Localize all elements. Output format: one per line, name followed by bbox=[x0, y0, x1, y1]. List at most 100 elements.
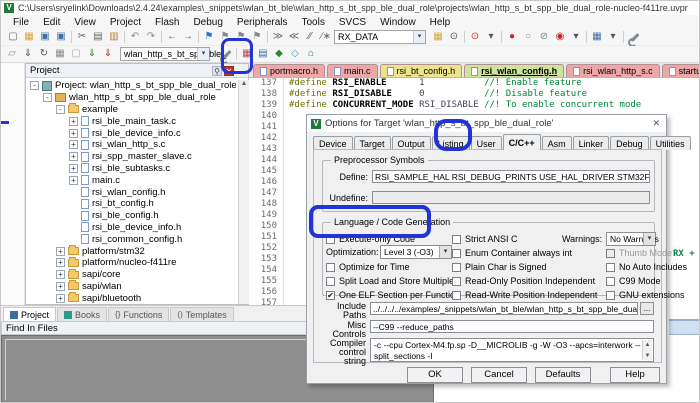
checkbox-box[interactable] bbox=[452, 277, 461, 286]
tree-item[interactable]: rsi_ble_config.h bbox=[28, 210, 236, 222]
new-file-icon[interactable]: ▢ bbox=[5, 30, 21, 44]
menu-tools[interactable]: Tools bbox=[296, 16, 331, 29]
tree-item[interactable]: -Project: wlan_http_s_bt_spp_ble_dual_ro… bbox=[28, 80, 236, 92]
options-for-target-icon[interactable] bbox=[218, 47, 234, 61]
collapse-icon[interactable]: - bbox=[30, 81, 39, 90]
dropdown-arrow-icon[interactable]: ▾ bbox=[605, 30, 621, 44]
uncomment-icon[interactable]: ∕∗ bbox=[318, 30, 334, 44]
warnings-select[interactable]: No Warnings ▾ bbox=[606, 232, 656, 246]
chevron-down-icon[interactable]: ▾ bbox=[197, 48, 209, 60]
checkbox-strict-ansi-c[interactable]: Strict ANSI C bbox=[452, 234, 518, 244]
tree-item[interactable]: +rsi_ble_subtasks.c bbox=[28, 163, 236, 175]
dropdown-arrow-icon[interactable]: ▾ bbox=[568, 30, 584, 44]
dialog-tab-asm[interactable]: Asm bbox=[542, 136, 572, 150]
menu-edit[interactable]: Edit bbox=[37, 16, 66, 29]
dialog-tab-user[interactable]: User bbox=[471, 136, 502, 150]
close-icon[interactable]: ✕ bbox=[224, 66, 234, 76]
tree-item[interactable]: +rsi_ble_device_info.c bbox=[28, 127, 236, 139]
tree-item[interactable]: rsi_ble_device_info.h bbox=[28, 222, 236, 234]
tree-item[interactable]: +rsi_spp_master_slave.c bbox=[28, 151, 236, 163]
expand-icon[interactable]: + bbox=[56, 247, 65, 256]
dialog-tab-output[interactable]: Output bbox=[392, 136, 431, 150]
checkbox-box[interactable] bbox=[606, 263, 615, 272]
dialog-tab-linker[interactable]: Linker bbox=[573, 136, 610, 150]
tree-scrollbar[interactable]: ▲ bbox=[238, 80, 249, 304]
tree-item[interactable]: +sapi/bluetooth bbox=[28, 292, 236, 304]
undo-icon[interactable]: ↶ bbox=[127, 30, 143, 44]
outdent-icon[interactable]: ≪ bbox=[286, 30, 302, 44]
dialog-titlebar[interactable]: V Options for Target 'wlan_http_s_bt_spp… bbox=[307, 115, 666, 132]
checkbox-no-auto-includes[interactable]: No Auto Includes bbox=[606, 262, 687, 272]
editor-tab-portmacro.h[interactable]: portmacro.h bbox=[253, 64, 325, 77]
misc-controls-input[interactable]: --C99 --reduce_paths bbox=[370, 320, 654, 333]
rebuild-icon[interactable]: ↻ bbox=[36, 47, 52, 61]
expand-icon[interactable]: + bbox=[69, 164, 78, 173]
bookmark-next-icon[interactable]: ⚑ bbox=[233, 30, 249, 44]
cancel-button[interactable]: Cancel bbox=[471, 367, 527, 383]
dialog-tab-device[interactable]: Device bbox=[313, 136, 353, 150]
stop-build-icon[interactable]: ▢ bbox=[68, 47, 84, 61]
menu-view[interactable]: View bbox=[68, 16, 102, 29]
expand-icon[interactable]: + bbox=[69, 152, 78, 161]
window-layout-icon[interactable]: ▦ bbox=[589, 30, 605, 44]
editor-tab-rsi_wlan_http_s.c[interactable]: rsi_wlan_http_s.c bbox=[566, 64, 660, 77]
configure-tools-icon[interactable] bbox=[626, 30, 642, 44]
checkbox-box[interactable] bbox=[326, 291, 335, 300]
manage-items-icon[interactable]: ◇ bbox=[287, 47, 303, 61]
checkbox-box[interactable] bbox=[326, 263, 335, 272]
defaults-button[interactable]: Defaults bbox=[535, 367, 591, 383]
editor-tab-main.c[interactable]: main.c bbox=[327, 64, 378, 77]
compiler-string-scrollbar[interactable]: ▲▼ bbox=[642, 340, 652, 360]
collapse-icon[interactable]: - bbox=[43, 93, 52, 102]
tree-item[interactable]: +main.c bbox=[28, 174, 236, 186]
define-input[interactable]: RSI_SAMPLE_HAL RSI_DEBUG_PRINTS USE_HAL_… bbox=[372, 170, 650, 183]
checkbox-box[interactable] bbox=[452, 235, 461, 244]
checkbox-gnu-extensions[interactable]: GNU extensions bbox=[606, 290, 685, 300]
checkbox-execute-only-code[interactable]: Execute-only Code bbox=[326, 234, 415, 244]
tree-item[interactable]: +rsi_ble_main_task.c bbox=[28, 115, 236, 127]
undefine-input[interactable] bbox=[372, 191, 650, 204]
include-paths-browse-button[interactable]: ... bbox=[640, 302, 654, 315]
ok-button[interactable]: OK bbox=[407, 367, 463, 383]
comment-icon[interactable]: ∕∕ bbox=[302, 30, 318, 44]
menu-debug[interactable]: Debug bbox=[187, 16, 228, 29]
bookmark-icon[interactable]: ⚑ bbox=[201, 30, 217, 44]
find-in-files-icon[interactable]: ▦ bbox=[430, 30, 446, 44]
dialog-tab-debug[interactable]: Debug bbox=[610, 136, 649, 150]
dialog-tab-cc[interactable]: C/C++ bbox=[503, 134, 541, 150]
checkbox-box[interactable] bbox=[452, 291, 461, 300]
help-button[interactable]: Help bbox=[610, 367, 660, 383]
tree-item[interactable]: +rsi_wlan_http_s.c bbox=[28, 139, 236, 151]
save-icon[interactable]: ▣ bbox=[37, 30, 53, 44]
sidebar-tab-functions[interactable]: {}Functions bbox=[108, 307, 169, 321]
expand-icon[interactable]: + bbox=[56, 282, 65, 291]
include-paths-input[interactable]: ../../../../examples/_snippets/wlan_bt_b… bbox=[370, 302, 638, 315]
bookmark-clear-icon[interactable]: ⚑ bbox=[249, 30, 265, 44]
checkbox-enum-container-always-int[interactable]: Enum Container always int bbox=[452, 248, 572, 258]
sidebar-tab-templates[interactable]: ()Templates bbox=[170, 307, 233, 321]
menu-project[interactable]: Project bbox=[104, 16, 147, 29]
open-file-icon[interactable]: ▦ bbox=[21, 30, 37, 44]
dialog-tab-listing[interactable]: Listing bbox=[432, 136, 470, 150]
breakpoint-kill-icon[interactable]: ◉ bbox=[552, 30, 568, 44]
target-select-combo[interactable]: wlan_http_s_bt_spp_ble_ ▾ bbox=[120, 47, 210, 61]
expand-icon[interactable]: + bbox=[56, 294, 65, 303]
menu-window[interactable]: Window bbox=[374, 16, 422, 29]
editor-tab-rsi_wlan_config.h[interactable]: rsi_wlan_config.h bbox=[464, 64, 564, 77]
optimization-select[interactable]: Level 3 (-O3) ▾ bbox=[380, 245, 452, 259]
checkbox-box[interactable] bbox=[452, 263, 461, 272]
tree-item[interactable]: rsi_bt_config.h bbox=[28, 198, 236, 210]
find-icon[interactable]: ⊙ bbox=[446, 30, 462, 44]
tree-item[interactable]: +platform/stm32 bbox=[28, 245, 236, 257]
checkbox-box[interactable] bbox=[606, 249, 615, 258]
cut-icon[interactable]: ✂ bbox=[74, 30, 90, 44]
project-home-icon[interactable]: ⌂ bbox=[303, 47, 319, 61]
expand-icon[interactable]: + bbox=[69, 117, 78, 126]
sidebar-tab-project[interactable]: Project bbox=[3, 307, 56, 321]
pin-icon[interactable]: ⚲ bbox=[212, 66, 222, 76]
sidebar-tab-books[interactable]: Books bbox=[57, 307, 107, 321]
navigate-back-icon[interactable]: ← bbox=[164, 30, 180, 44]
checkbox-box[interactable] bbox=[326, 277, 335, 286]
pack-installer-icon[interactable]: ▦ bbox=[239, 47, 255, 61]
menu-help[interactable]: Help bbox=[424, 16, 457, 29]
